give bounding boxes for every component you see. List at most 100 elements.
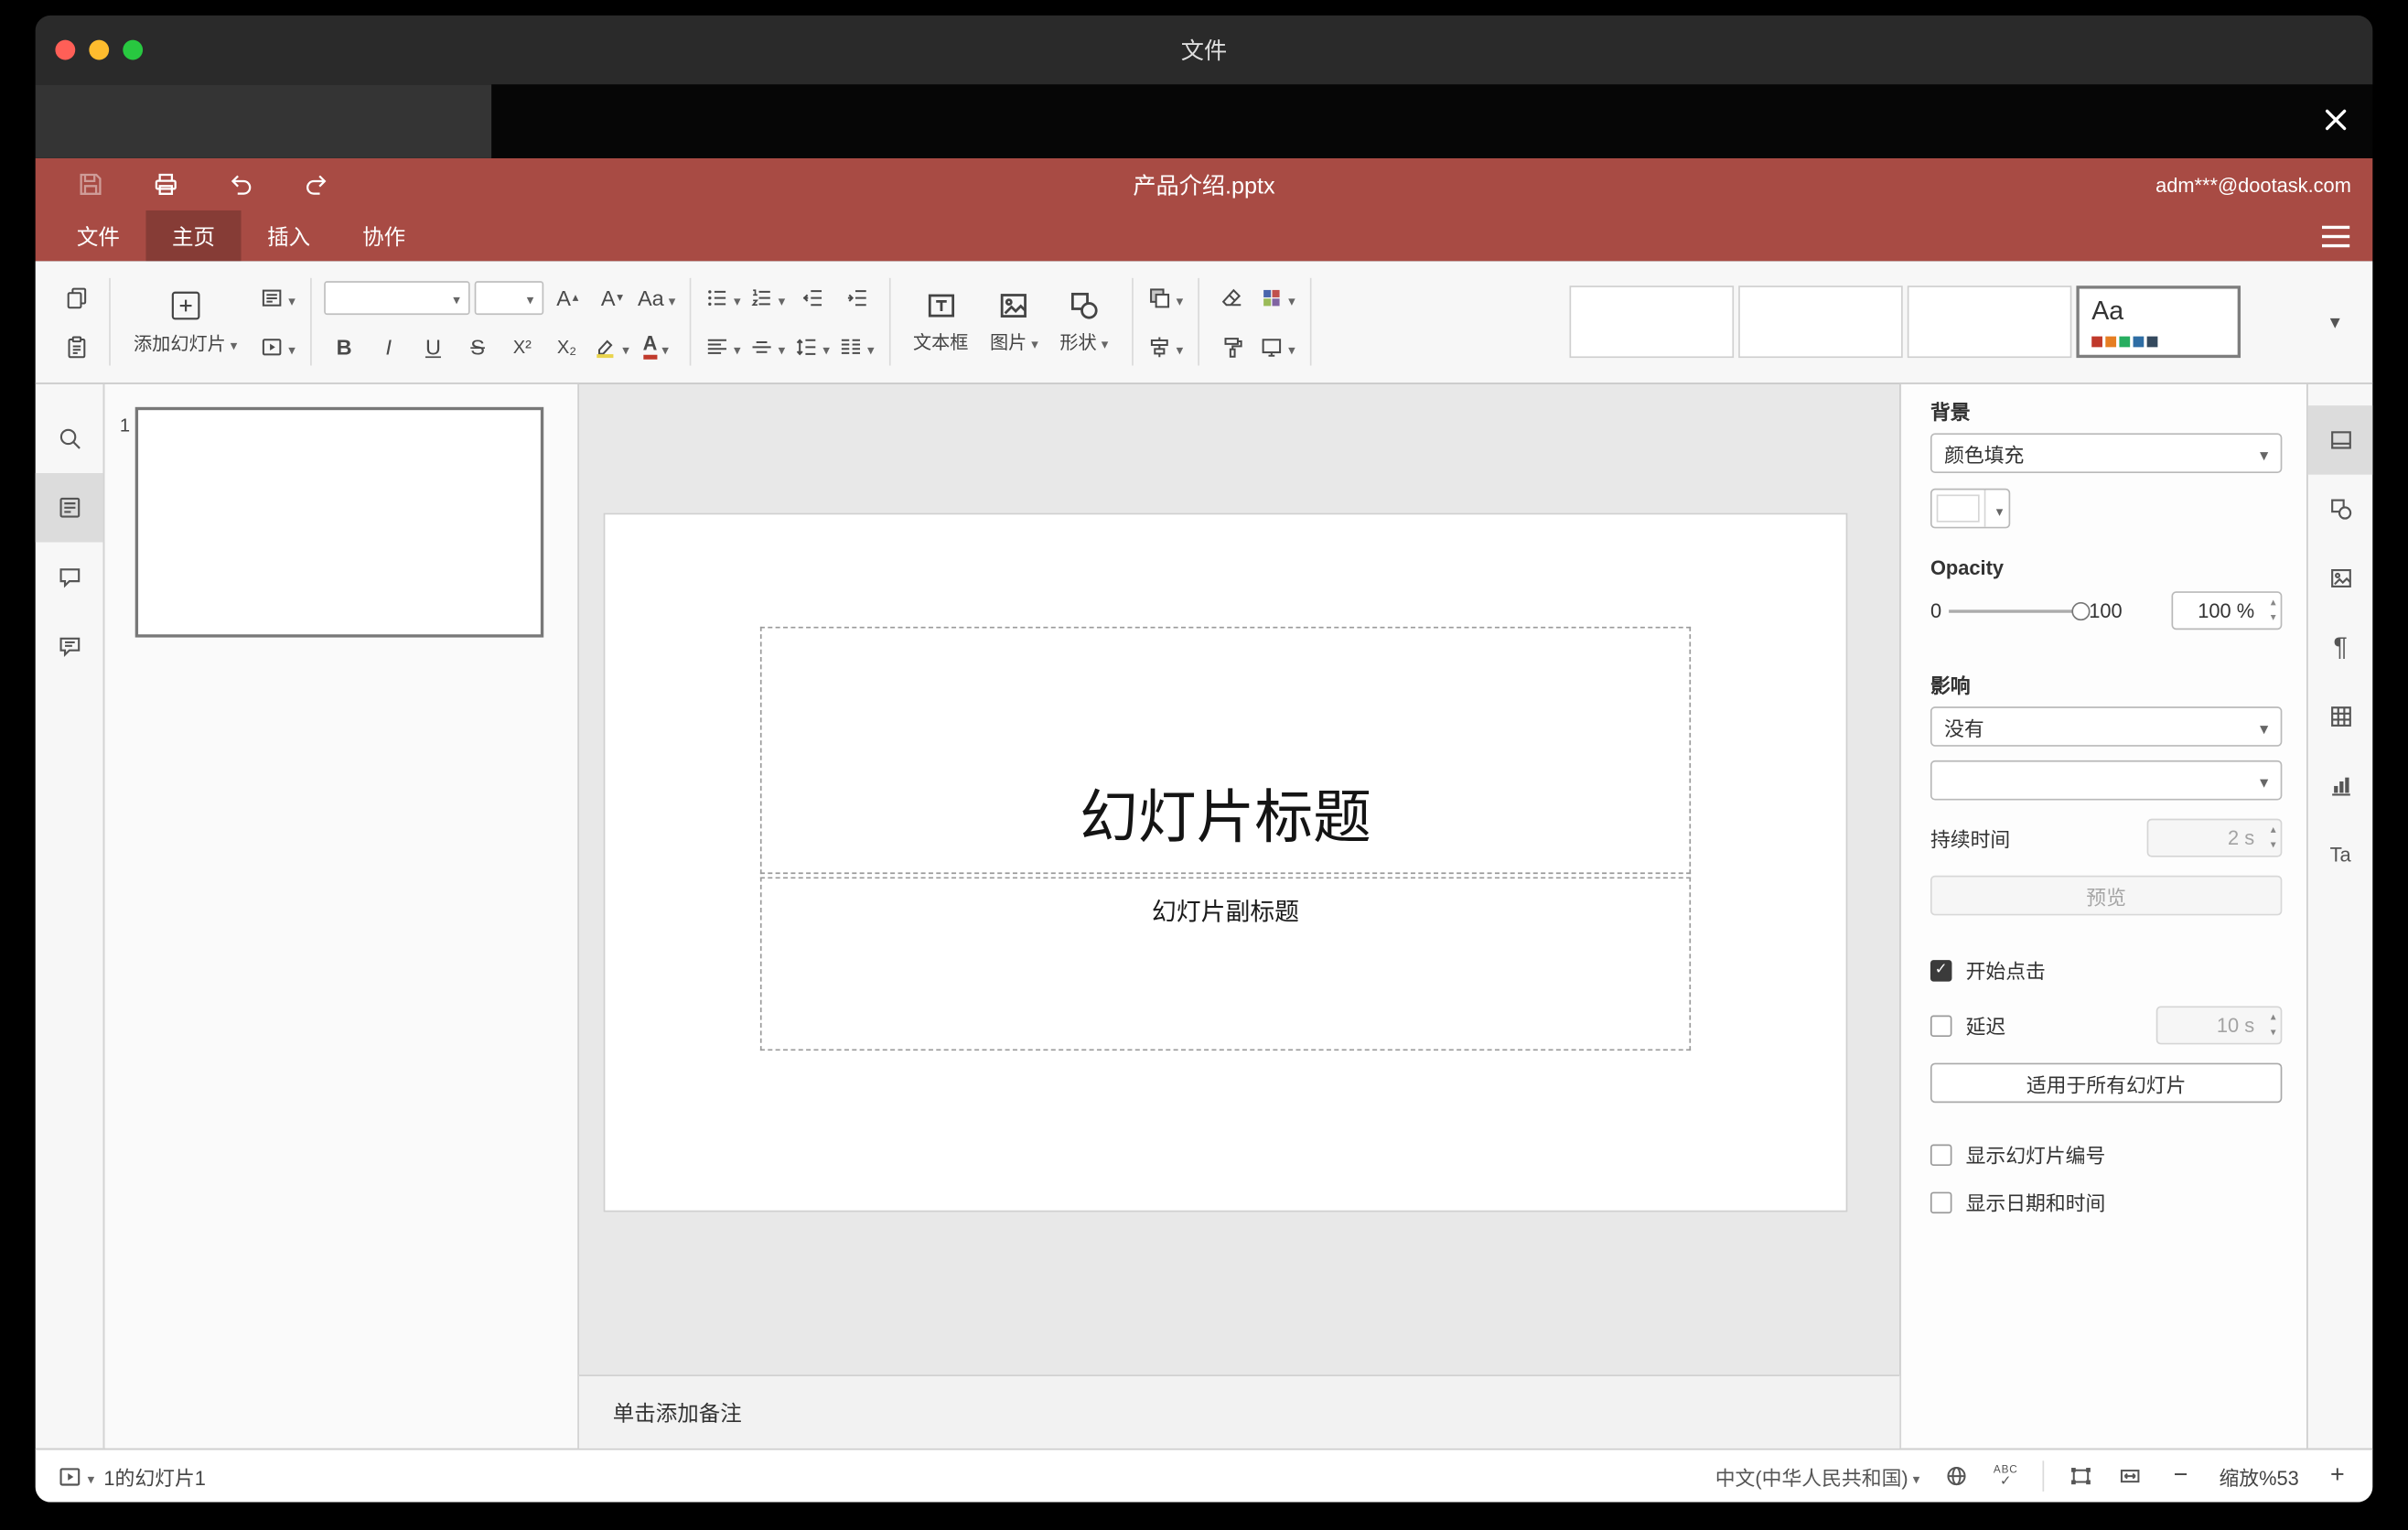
textart-settings-button[interactable]: Ta — [2308, 820, 2372, 889]
image-settings-button[interactable] — [2308, 544, 2372, 613]
insert-image-button[interactable]: 图片 — [979, 289, 1048, 355]
numbered-list-button[interactable] — [747, 277, 788, 318]
theme-option-1[interactable] — [1569, 286, 1735, 359]
save-button[interactable] — [77, 170, 104, 198]
notes-area[interactable]: 单击添加备注 — [578, 1374, 1900, 1449]
show-date-time-checkbox[interactable] — [1930, 1191, 1952, 1213]
zoom-window-button[interactable] — [123, 39, 144, 60]
change-case-button[interactable]: Aa — [637, 277, 677, 318]
fit-to-slide-button[interactable] — [2069, 1464, 2093, 1489]
paste-button[interactable] — [57, 327, 97, 367]
effect-select[interactable]: 没有 — [1930, 706, 2283, 747]
slide-layout-button[interactable] — [257, 277, 297, 318]
tab-collaboration[interactable]: 协作 — [337, 210, 432, 261]
shape-settings-button[interactable] — [2308, 475, 2372, 544]
slider-knob[interactable] — [2071, 601, 2091, 620]
chart-settings-button[interactable] — [2308, 751, 2372, 821]
strikethrough-button[interactable]: S — [457, 327, 498, 367]
subscript-button[interactable]: X₂ — [547, 327, 587, 367]
undo-button[interactable] — [227, 170, 254, 198]
start-slideshow-statusbar-button[interactable] — [57, 1463, 94, 1490]
chevron-down-icon — [288, 334, 296, 359]
slide-canvas[interactable]: 幻灯片标题 幻灯片副标题 — [579, 384, 1900, 1375]
underline-button[interactable]: U — [414, 327, 454, 367]
table-settings-button[interactable] — [2308, 682, 2372, 751]
start-slideshow-button[interactable] — [257, 327, 297, 367]
zoom-in-button[interactable]: + — [2324, 1462, 2351, 1490]
increase-font-size-button[interactable]: A — [547, 277, 587, 318]
comments-panel-button[interactable] — [36, 543, 103, 612]
macos-titlebar: 文件 — [35, 15, 2373, 85]
bullet-list-button[interactable] — [703, 277, 743, 318]
search-panel-button[interactable] — [36, 404, 103, 473]
fit-width-icon — [2118, 1464, 2143, 1489]
theme-option-2[interactable] — [1738, 286, 1903, 359]
theme-option-3[interactable] — [1907, 286, 2072, 359]
subtitle-placeholder[interactable]: 幻灯片副标题 — [759, 877, 1692, 1051]
copy-button[interactable] — [57, 277, 97, 318]
apply-to-all-slides-button[interactable]: 适用于所有幻灯片 — [1930, 1062, 2283, 1104]
title-placeholder[interactable]: 幻灯片标题 — [759, 626, 1692, 875]
fill-color-picker[interactable] — [1930, 488, 2011, 529]
bold-button[interactable]: B — [324, 327, 364, 367]
show-slide-number-checkbox[interactable] — [1930, 1143, 1952, 1166]
vertical-align-button[interactable] — [747, 327, 788, 367]
slide-1[interactable]: 幻灯片标题 幻灯片副标题 — [605, 514, 1846, 1211]
chevron-down-icon — [1102, 331, 1109, 352]
zoom-out-button[interactable]: − — [2166, 1462, 2194, 1490]
add-slide-button[interactable]: 添加幻灯片 — [123, 287, 248, 357]
opacity-slider[interactable] — [1949, 601, 2091, 620]
language-selector[interactable]: 中文(中华人民共和国) — [1715, 1461, 1920, 1491]
spellcheck-button[interactable] — [1994, 1465, 2018, 1488]
align-shapes-button[interactable] — [1145, 327, 1186, 367]
paragraph-settings-button[interactable]: ¶ — [2308, 613, 2372, 683]
document-language-button[interactable] — [1944, 1464, 1969, 1489]
theme-gallery-expand-button[interactable] — [2315, 298, 2351, 344]
tab-insert[interactable]: 插入 — [242, 210, 337, 261]
slide-size-button[interactable] — [1257, 327, 1297, 367]
arrange-shapes-button[interactable] — [1145, 277, 1186, 318]
columns-button[interactable] — [836, 327, 876, 367]
line-spacing-button[interactable] — [791, 327, 832, 367]
highlight-color-button[interactable] — [591, 327, 631, 367]
ribbon-tabs: 文件 主页 插入 协作 — [36, 210, 2373, 262]
decrease-font-size-button[interactable]: A — [592, 277, 632, 318]
theme-option-selected[interactable]: Aa — [2076, 286, 2241, 359]
fill-type-select[interactable]: 颜色填充 — [1930, 433, 2283, 473]
slide-thumbnail-1[interactable] — [134, 406, 544, 638]
superscript-button[interactable]: X² — [502, 327, 543, 367]
font-color-button[interactable]: A — [636, 327, 676, 367]
copy-style-button[interactable] — [1211, 327, 1252, 367]
insert-shape-button[interactable]: 形状 — [1049, 289, 1119, 355]
close-window-button[interactable] — [55, 39, 76, 60]
print-button[interactable] — [152, 170, 179, 198]
chevron-down-icon — [2330, 308, 2340, 336]
redo-button[interactable] — [303, 170, 330, 198]
tab-file[interactable]: 文件 — [50, 210, 145, 261]
font-size-combobox[interactable] — [473, 280, 543, 315]
tab-home[interactable]: 主页 — [145, 210, 242, 262]
decrease-indent-button[interactable] — [791, 277, 832, 318]
chat-panel-button[interactable] — [36, 611, 103, 681]
insert-textbox-button[interactable]: 文本框 — [902, 289, 979, 355]
italic-button[interactable]: I — [369, 327, 409, 367]
close-icon[interactable] — [2322, 106, 2349, 134]
slides-panel-button[interactable] — [35, 472, 103, 543]
spinner-arrows-icon[interactable] — [2271, 598, 2276, 624]
increase-indent-button[interactable] — [836, 277, 876, 318]
shape-icon — [1067, 289, 1101, 323]
horizontal-align-button[interactable] — [703, 327, 743, 367]
clear-style-button[interactable] — [1211, 277, 1252, 318]
opacity-spinner[interactable]: 100 % — [2171, 591, 2283, 630]
effect-option-select[interactable] — [1930, 760, 2283, 801]
menu-button[interactable] — [2321, 210, 2350, 261]
start-on-click-checkbox[interactable] — [1930, 959, 1952, 981]
delay-checkbox[interactable] — [1930, 1014, 1952, 1037]
minimize-window-button[interactable] — [89, 39, 110, 60]
font-name-combobox[interactable] — [323, 280, 469, 315]
notes-placeholder: 单击添加备注 — [612, 1400, 742, 1425]
slide-settings-button[interactable] — [2307, 405, 2373, 475]
color-scheme-button[interactable] — [1257, 277, 1297, 318]
preview-button[interactable]: 预览 — [1930, 875, 2283, 916]
fit-to-width-button[interactable] — [2118, 1464, 2143, 1489]
